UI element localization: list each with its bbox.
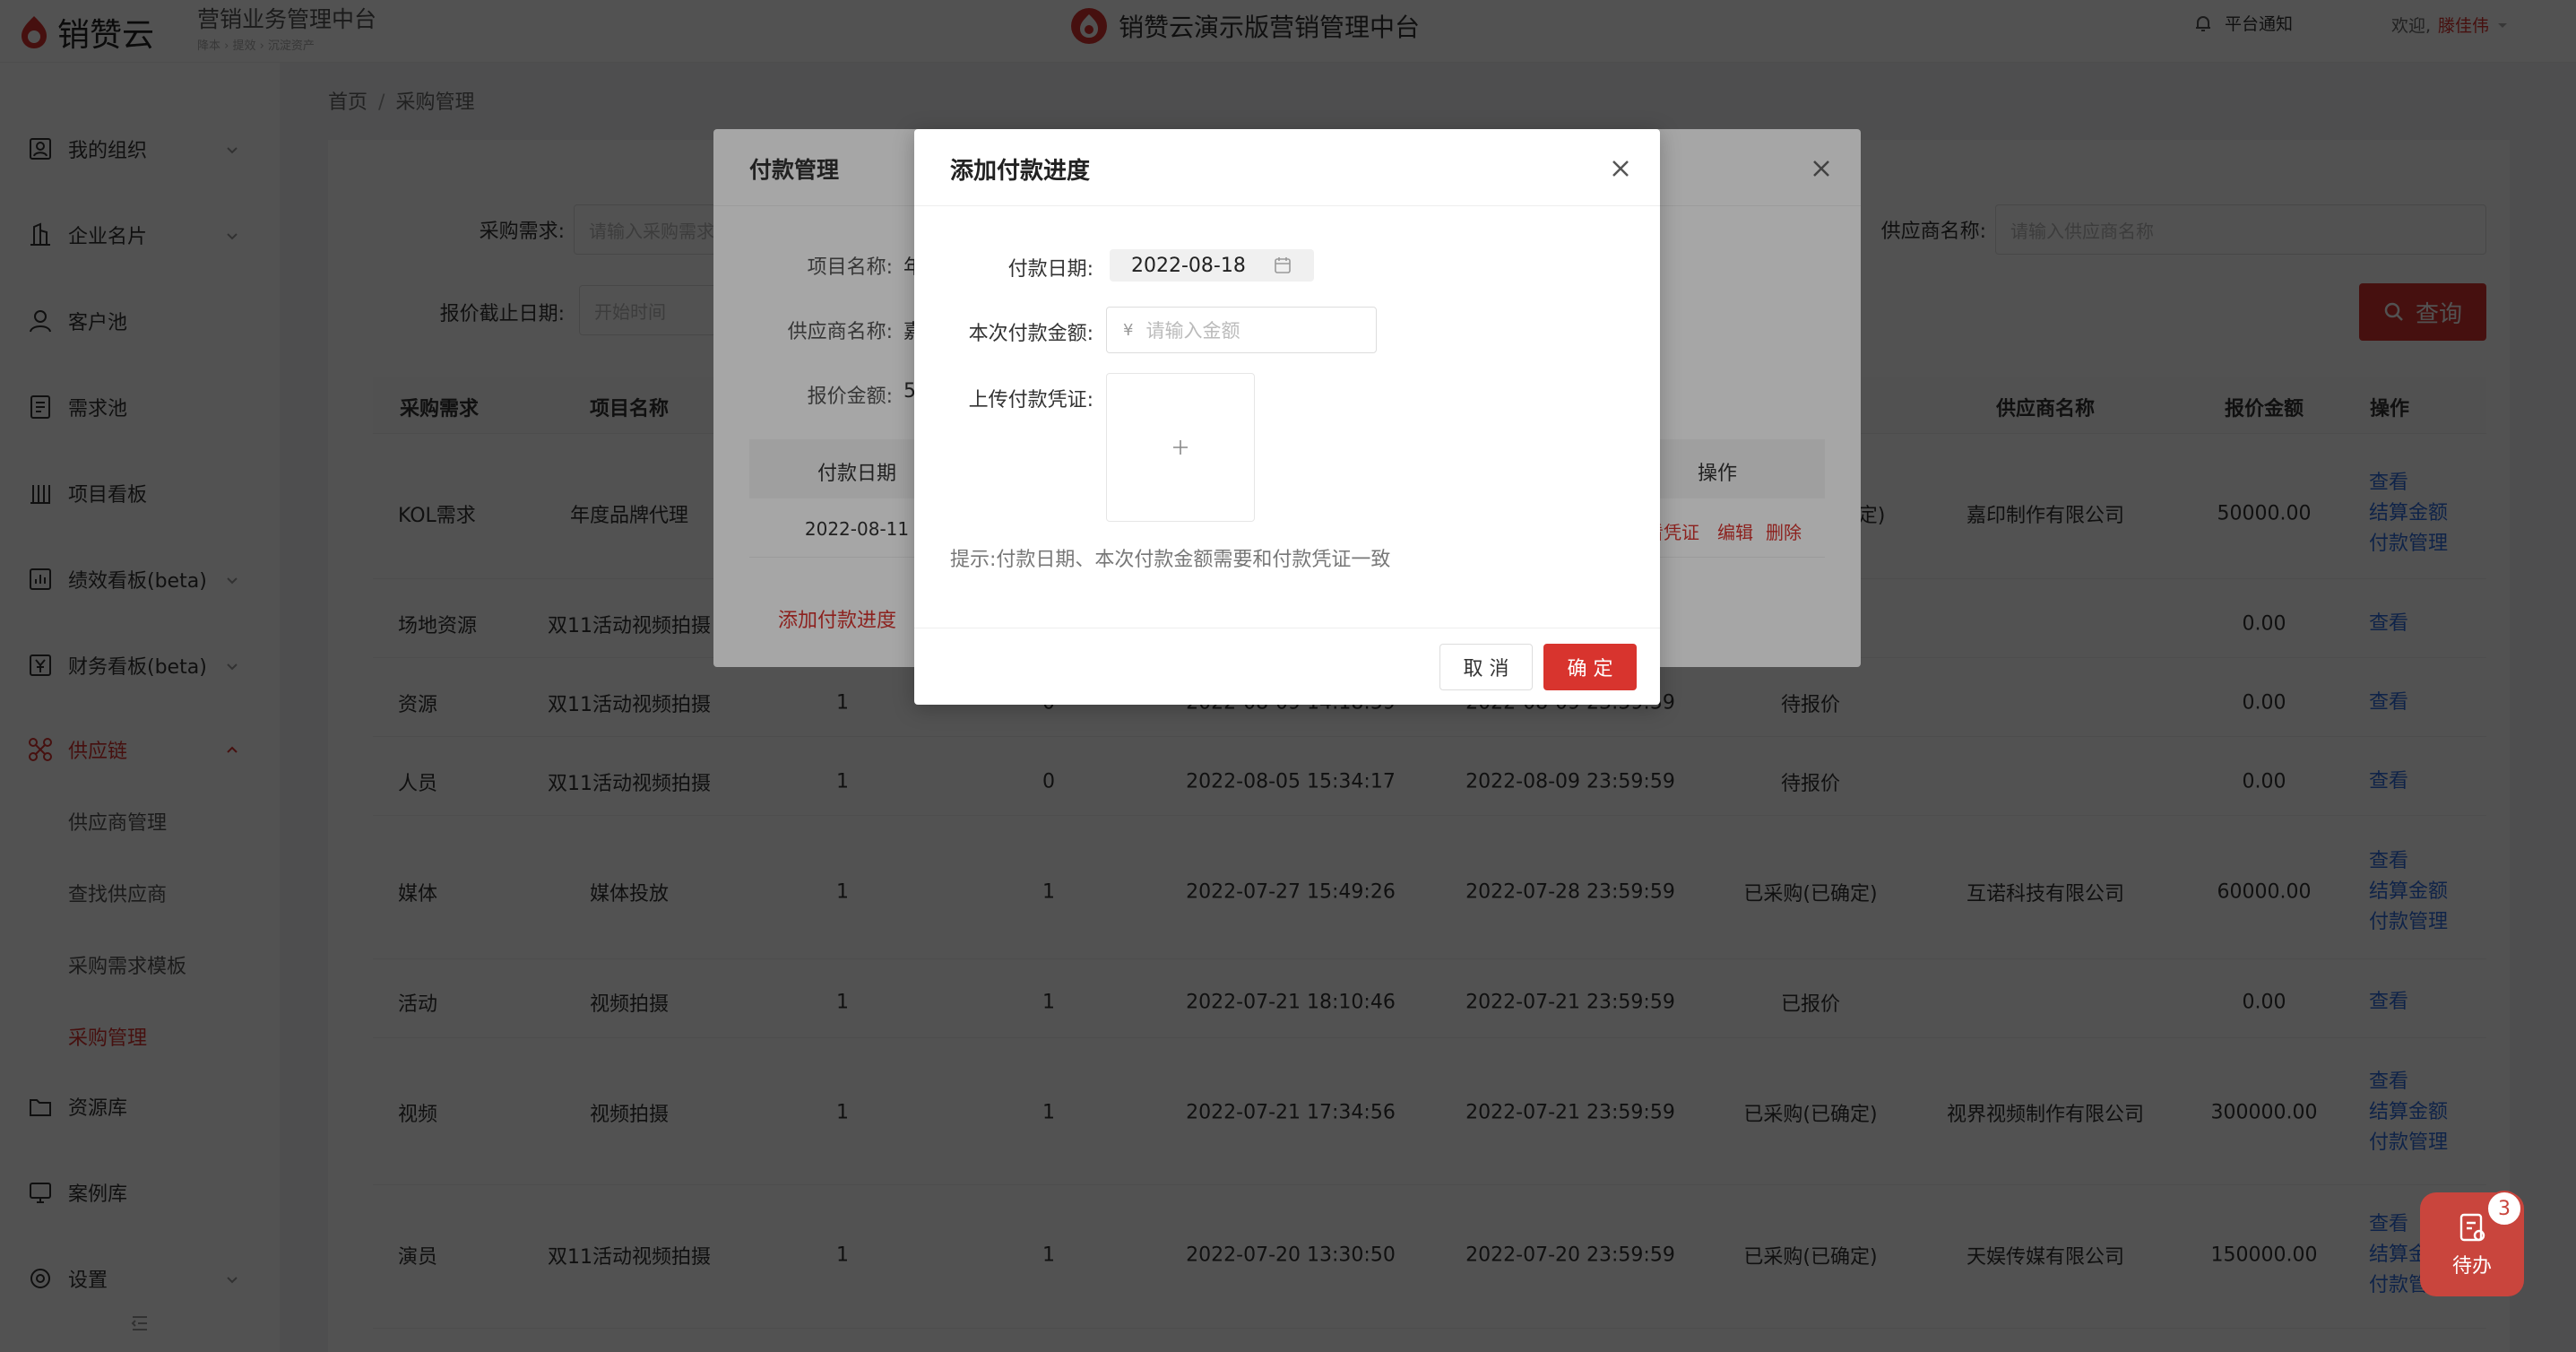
payment-date-label: 付款日期: bbox=[1007, 258, 1094, 281]
todo-floating-button[interactable]: 3 待办 bbox=[2420, 1191, 2524, 1296]
payment-date-value: 2022-08-18 bbox=[1131, 254, 1246, 277]
todo-count-badge: 3 bbox=[2486, 1191, 2522, 1226]
todo-label: 待办 bbox=[2451, 1255, 2492, 1278]
payment-amount-placeholder: 请输入金额 bbox=[1145, 320, 1240, 342]
payment-amount-input[interactable]: ¥ 请输入金额 bbox=[1106, 307, 1377, 353]
modal-title: 添加付款进度 bbox=[950, 158, 1091, 185]
plus-icon bbox=[1173, 440, 1188, 455]
modal-header: 添加付款进度 bbox=[914, 129, 1660, 206]
payment-date-picker[interactable]: 2022-08-18 bbox=[1110, 249, 1314, 282]
cancel-button[interactable]: 取 消 bbox=[1439, 644, 1533, 690]
close-icon[interactable] bbox=[1608, 156, 1633, 181]
currency-prefix: ¥ bbox=[1123, 320, 1134, 340]
payment-amount-label: 本次付款金额: bbox=[968, 323, 1094, 345]
calendar-icon bbox=[1275, 257, 1291, 273]
clipboard-icon bbox=[2459, 1213, 2485, 1242]
add-payment-progress-modal: 添加付款进度 付款日期: 2022-08-18 本次付款金额: ¥ 请输入金额 … bbox=[914, 129, 1660, 705]
confirm-button[interactable]: 确 定 bbox=[1543, 644, 1637, 690]
hint-text: 提示:付款日期、本次付款金额需要和付款凭证一致 bbox=[950, 549, 1391, 571]
upload-voucher-area[interactable] bbox=[1106, 373, 1255, 522]
upload-voucher-label: 上传付款凭证: bbox=[968, 389, 1094, 412]
